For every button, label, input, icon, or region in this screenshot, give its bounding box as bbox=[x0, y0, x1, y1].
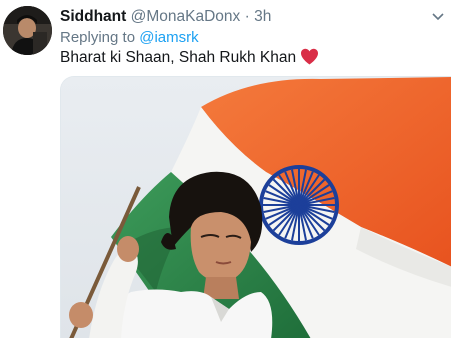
tweet-header: Siddhant @MonaKaDonx · 3h bbox=[60, 7, 271, 27]
avatar[interactable] bbox=[3, 6, 52, 55]
tweet-text: Bharat ki Shaan, Shah Rukh Khan bbox=[60, 48, 319, 71]
timestamp[interactable]: 3h bbox=[254, 8, 271, 25]
red-heart-icon bbox=[300, 48, 319, 71]
chevron-down-icon[interactable] bbox=[431, 9, 445, 23]
user-handle[interactable]: @MonaKaDonx bbox=[131, 8, 241, 25]
display-name[interactable]: Siddhant bbox=[60, 8, 126, 25]
tweet-media-image[interactable] bbox=[60, 76, 451, 338]
flag-photo bbox=[61, 77, 451, 338]
avatar-image bbox=[3, 6, 52, 55]
tweet-body: Bharat ki Shaan, Shah Rukh Khan bbox=[60, 49, 297, 66]
replying-to-link[interactable]: @iamsrk bbox=[139, 29, 198, 46]
separator-dot: · bbox=[244, 8, 250, 25]
replying-to-line: Replying to @iamsrk bbox=[60, 29, 199, 47]
tweet-card[interactable]: Siddhant @MonaKaDonx · 3h Replying to @i… bbox=[0, 0, 451, 338]
replying-prefix: Replying to bbox=[60, 29, 136, 46]
